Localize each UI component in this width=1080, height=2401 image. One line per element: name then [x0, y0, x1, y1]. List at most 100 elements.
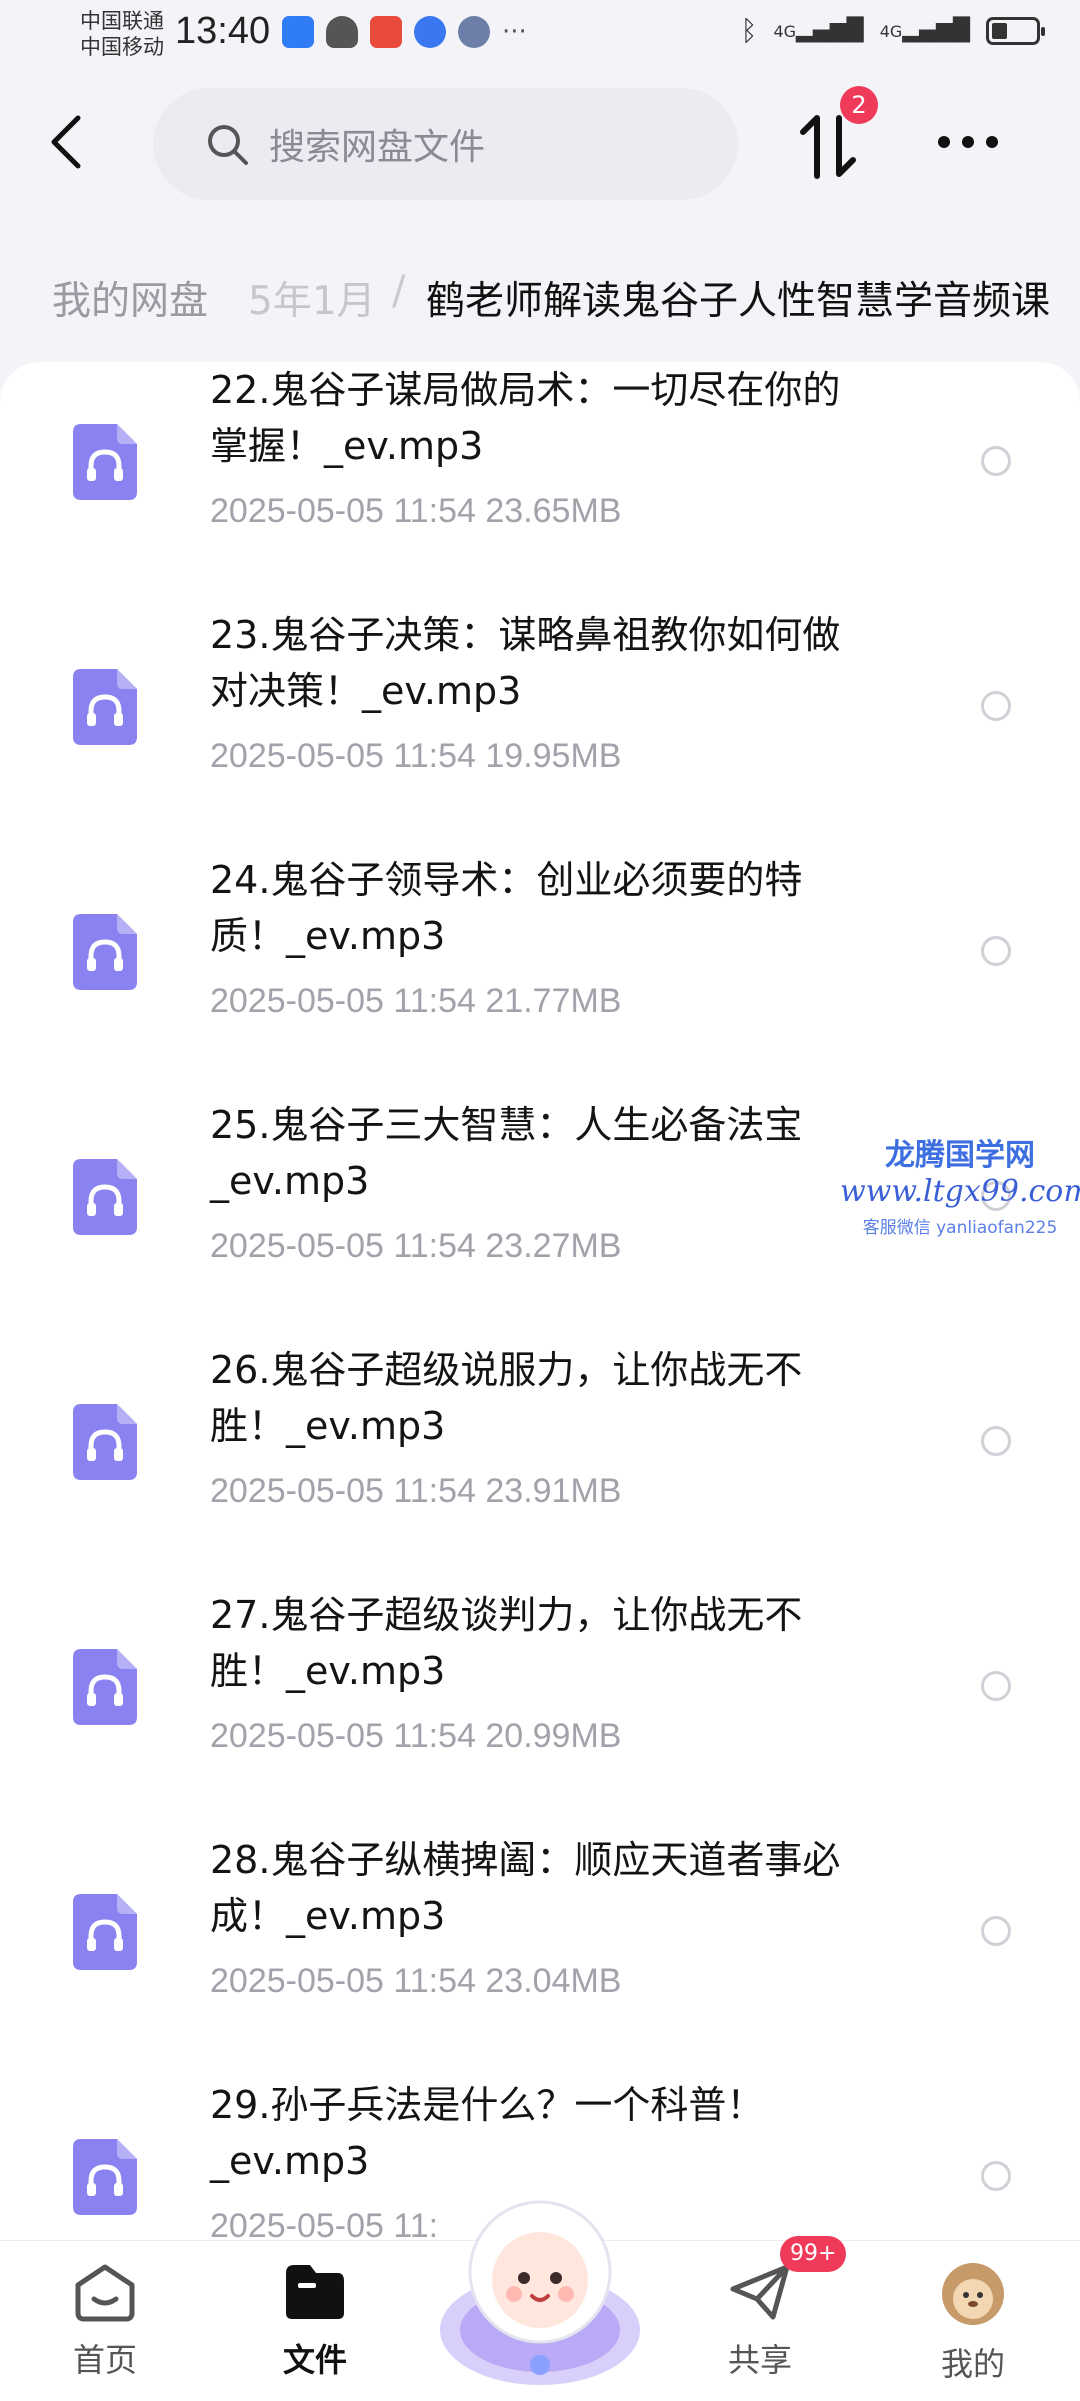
audio-file-icon: [73, 424, 137, 500]
file-name-line-1: 26.鬼谷子超级说服力，让你战无不: [210, 1348, 803, 1392]
nav-share-label: 共享: [727, 2341, 792, 2379]
file-name-line-1: 22.鬼谷子谋局做局术：一切尽在你的: [210, 368, 841, 412]
carrier-info: 中国联通 中国移动: [80, 8, 164, 60]
breadcrumb-separator: /: [392, 268, 406, 314]
nav-home-label: 首页: [72, 2341, 137, 2379]
assistant-mascot-button[interactable]: [430, 2180, 650, 2390]
watermark-title: 龙腾国学网: [885, 1138, 1035, 1173]
more-notifications-icon: ···: [502, 17, 527, 47]
paw-notification-icon: [414, 16, 446, 48]
audio-file-icon: [73, 914, 137, 990]
share-count-badge: 99+: [780, 2236, 847, 2272]
file-meta: 2025-05-05 11:54 23.27MB: [210, 1227, 622, 1265]
select-radio[interactable]: [981, 691, 1011, 721]
status-bar: 中国联通 中国移动 13:40 ··· ᛒ 4G▂▄▆█ 4G▂▄▆█: [0, 0, 1080, 80]
file-meta: 2025-05-05 11:54 23.91MB: [210, 1472, 622, 1510]
file-name: 25.鬼谷子三大智慧：人生必备法宝 _ev.mp3: [210, 1097, 930, 1209]
breadcrumb-current: 鹤老师解读鬼谷子人性智慧学音频课: [426, 279, 1051, 324]
folder-icon: [286, 2265, 344, 2319]
breadcrumb-home[interactable]: 我的网盘: [52, 270, 208, 326]
carrier-1: 中国联通: [80, 9, 164, 33]
file-name-line-1: 24.鬼谷子领导术：创业必须要的特: [210, 858, 803, 902]
audio-file-icon: [73, 1404, 137, 1480]
file-list-item[interactable]: 28.鬼谷子纵横捭阖：顺应天道者事必 成！_ev.mp3 2025-05-05 11…: [0, 1832, 1080, 2077]
select-radio[interactable]: [981, 446, 1011, 476]
select-radio[interactable]: [981, 1916, 1011, 1946]
back-button[interactable]: [40, 112, 100, 172]
bluetooth-icon: ᛒ: [740, 14, 758, 47]
file-list-item[interactable]: 22.鬼谷子谋局做局术：一切尽在你的 掌握！_ev.mp3 2025-05-05 1…: [0, 362, 1080, 607]
file-name-line-2: _ev.mp3: [210, 1159, 370, 1203]
file-name: 24.鬼谷子领导术：创业必须要的特 质！_ev.mp3: [210, 852, 930, 964]
nav-home[interactable]: 首页: [45, 2261, 165, 2381]
file-name: 28.鬼谷子纵横捭阖：顺应天道者事必 成！_ev.mp3: [210, 1832, 930, 1944]
file-name: 26.鬼谷子超级说服力，让你战无不 胜！_ev.mp3: [210, 1342, 930, 1454]
file-name-line-2: 成！_ev.mp3: [210, 1894, 446, 1938]
app-notification-icon: [326, 16, 358, 48]
search-icon: [208, 125, 248, 165]
select-radio[interactable]: [981, 1426, 1011, 1456]
signal-2-icon: 4G▂▄▆█: [879, 18, 970, 43]
nav-share[interactable]: 共享: [700, 2261, 820, 2381]
battery-icon: [986, 16, 1045, 45]
select-radio[interactable]: [981, 936, 1011, 966]
search-placeholder: 搜索网盘文件: [269, 127, 486, 168]
file-list-item[interactable]: 27.鬼谷子超级谈判力，让你战无不 胜！_ev.mp3 2025-05-05 11:…: [0, 1587, 1080, 1832]
audio-file-icon: [73, 669, 137, 745]
file-meta: 2025-05-05 11:54 19.95MB: [210, 737, 622, 775]
notification-icons: ···: [282, 16, 527, 48]
file-name-line-2: 掌握！_ev.mp3: [210, 424, 484, 468]
file-name-line-1: 27.鬼谷子超级谈判力，让你战无不: [210, 1593, 803, 1637]
watermark: 龙腾国学网 www.ltgx99.com 客服微信 yanliaofan225: [840, 1130, 1080, 1238]
store-notification-icon: [370, 16, 402, 48]
file-name-line-2: 胜！_ev.mp3: [210, 1404, 446, 1448]
file-name: 23.鬼谷子决策：谋略鼻祖教你如何做 对决策！_ev.mp3: [210, 607, 930, 719]
select-radio[interactable]: [981, 1671, 1011, 1701]
home-icon: [75, 2264, 135, 2322]
nav-files-label: 文件: [282, 2341, 347, 2379]
audio-file-icon: [73, 1159, 137, 1235]
status-time: 13:40: [175, 10, 271, 52]
more-button[interactable]: [936, 130, 1000, 154]
file-name-line-1: 25.鬼谷子三大智慧：人生必备法宝: [210, 1103, 803, 1147]
transfer-count-badge: 2: [840, 86, 878, 124]
audio-file-icon: [73, 1649, 137, 1725]
select-radio[interactable]: [981, 2161, 1011, 2191]
paper-plane-icon: [730, 2264, 790, 2320]
file-list-item[interactable]: 24.鬼谷子领导术：创业必须要的特 质！_ev.mp3 2025-05-05 11:…: [0, 852, 1080, 1097]
breadcrumb: 5年1月 我的网盘 / 鹤老师解读鬼谷子人性智慧学音频课: [0, 250, 1080, 340]
file-list-item[interactable]: 26.鬼谷子超级说服力，让你战无不 胜！_ev.mp3 2025-05-05 11:…: [0, 1342, 1080, 1587]
file-meta: 2025-05-05 11:: [210, 2207, 439, 2242]
file-name-line-2: 质！_ev.mp3: [210, 914, 446, 958]
nav-files[interactable]: 文件: [255, 2261, 375, 2381]
nav-mine-label: 我的: [940, 2345, 1005, 2383]
file-list-item[interactable]: 23.鬼谷子决策：谋略鼻祖教你如何做 对决策！_ev.mp3 2025-05-05 …: [0, 607, 1080, 852]
watermark-contact: 客服微信 yanliaofan225: [862, 1218, 1058, 1238]
assistant-mascot-icon: [440, 2200, 640, 2385]
file-name-line-1: 28.鬼谷子纵横捭阖：顺应天道者事必: [210, 1838, 841, 1882]
audio-file-icon: [73, 2139, 137, 2215]
file-meta: 2025-05-05 11:54 21.77MB: [210, 982, 622, 1020]
file-list: 22.鬼谷子谋局做局术：一切尽在你的 掌握！_ev.mp3 2025-05-05 1…: [0, 362, 1080, 2242]
file-meta: 2025-05-05 11:54 23.04MB: [210, 1962, 622, 2000]
carrier-2: 中国移动: [80, 35, 164, 59]
more-dots-icon: [938, 136, 998, 148]
file-meta: 2025-05-05 11:54 20.99MB: [210, 1717, 622, 1755]
file-name-line-1: 29.孙子兵法是什么？一个科普！: [210, 2083, 765, 2127]
file-name-line-2: 胜！_ev.mp3: [210, 1649, 446, 1693]
chevron-left-icon: [51, 115, 81, 169]
file-name: 22.鬼谷子谋局做局术：一切尽在你的 掌握！_ev.mp3: [210, 362, 930, 474]
system-icons: ᛒ 4G▂▄▆█ 4G▂▄▆█: [740, 14, 1045, 47]
avatar: [942, 2263, 1004, 2325]
app-notification-icon: [282, 16, 314, 48]
timer-notification-icon: [458, 16, 490, 48]
audio-file-icon: [73, 1894, 137, 1970]
nav-mine[interactable]: 我的: [913, 2261, 1033, 2385]
file-name: 29.孙子兵法是什么？一个科普！ _ev.mp3: [210, 2077, 930, 2189]
search-input[interactable]: 搜索网盘文件: [153, 88, 738, 200]
file-meta: 2025-05-05 11:54 23.65MB: [210, 492, 622, 530]
file-name-line-2: 对决策！_ev.mp3: [210, 669, 522, 713]
file-name-line-1: 23.鬼谷子决策：谋略鼻祖教你如何做: [210, 613, 841, 657]
breadcrumb-year[interactable]: 5年1月: [248, 270, 376, 326]
file-name: 27.鬼谷子超级谈判力，让你战无不 胜！_ev.mp3: [210, 1587, 930, 1699]
